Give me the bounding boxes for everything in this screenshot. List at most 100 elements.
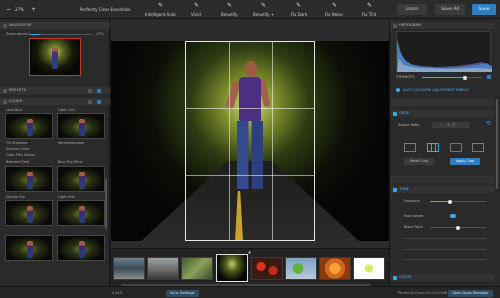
look-label: Tilt Shadows — [6, 141, 28, 145]
collapse-icon[interactable] — [393, 111, 397, 116]
navigator-zoom-slider[interactable] — [30, 34, 92, 35]
collapsed-panel-header[interactable] — [390, 176, 494, 183]
menu-icon[interactable] — [88, 99, 92, 104]
filmstrip: ▲ — [111, 248, 389, 286]
help-icon[interactable] — [97, 99, 101, 104]
fix-noise-icon[interactable]: ✎ — [331, 2, 338, 9]
help-icon[interactable] — [487, 75, 491, 79]
look-group-stylized-color[interactable]: Stylized Color — [6, 147, 29, 151]
navigator-header[interactable]: NAVIGATOR — [0, 22, 110, 29]
auto-collapse-label[interactable]: AUTO COLLAPSE ADJUSTMENT PANELS — [403, 88, 469, 92]
collapse-icon[interactable] — [3, 88, 7, 93]
film-thumbnail[interactable] — [319, 257, 351, 280]
crop-grid-option[interactable] — [450, 143, 462, 152]
strength-label: STRENGTH — [396, 75, 415, 79]
tool-fix-dark[interactable]: Fix Dark — [291, 12, 307, 17]
zoom-out-icon[interactable]: − — [5, 6, 12, 13]
fix-tint-icon[interactable]: ✎ — [366, 2, 373, 9]
beautify-icon[interactable]: ✎ — [226, 2, 233, 9]
color-header[interactable]: COLOR — [390, 274, 494, 281]
tool-intelligent-auto[interactable]: Intelligent Auto — [145, 12, 176, 17]
help-icon[interactable] — [97, 88, 101, 93]
tone-slider[interactable] — [404, 249, 486, 250]
navigator-preview[interactable] — [29, 38, 81, 76]
film-thumbnail[interactable] — [181, 257, 213, 280]
film-thumbnail[interactable] — [285, 257, 317, 280]
look-thumbnail[interactable] — [57, 200, 105, 226]
look-label: Blue Pop Rime — [58, 160, 83, 164]
zoom-value: 27% — [15, 7, 24, 12]
top-toolbar: − 27% + Perfectly Clear Essentials ✎ Int… — [0, 0, 500, 19]
fix-dark-icon[interactable]: ✎ — [295, 2, 302, 9]
menu-icon[interactable] — [88, 88, 92, 93]
face-aware-toggle[interactable] — [450, 214, 456, 218]
tone-slider[interactable] — [404, 238, 486, 239]
apply-crop-button[interactable]: Apply Crop — [450, 158, 480, 165]
collapse-icon[interactable] — [393, 275, 397, 280]
beautify-plus-icon[interactable]: ✎ — [260, 2, 267, 9]
presets-header[interactable]: PRESETS — [0, 87, 110, 94]
film-thumbnail-selected[interactable] — [216, 254, 248, 282]
learn-button[interactable]: Learn — [397, 4, 427, 15]
strength-knob[interactable] — [463, 75, 467, 80]
collapsed-panel-header[interactable] — [390, 99, 494, 106]
intelligent-auto-icon[interactable]: ✎ — [157, 2, 164, 9]
right-panel-scrollbar[interactable] — [496, 99, 498, 189]
look-thumbnail[interactable] — [5, 235, 53, 261]
image-canvas[interactable] — [111, 19, 389, 248]
crop-grid-option[interactable] — [472, 143, 484, 152]
exposure-knob[interactable] — [448, 199, 452, 204]
look-thumbnail[interactable] — [5, 166, 53, 192]
auto-collapse-toggle[interactable] — [396, 88, 400, 92]
reset-crop-button[interactable]: Reset Crop — [404, 158, 434, 165]
look-thumbnail[interactable] — [5, 200, 53, 226]
black-point-knob[interactable] — [456, 225, 460, 230]
sync-settings-button[interactable]: Sync Settings — [166, 289, 199, 297]
crop-grid-option-selected[interactable] — [427, 143, 439, 152]
tool-beautify[interactable]: Beautify — [221, 12, 238, 17]
left-panel-scrollbar[interactable] — [105, 179, 107, 229]
collapse-icon[interactable] — [3, 23, 7, 28]
aspect-ratio-value: 5 : 7 — [447, 123, 455, 127]
open-apps-manager-button[interactable]: Open Apps Manager — [448, 289, 493, 297]
tone-header[interactable]: TONE — [390, 186, 494, 193]
tone-title: TONE — [399, 187, 409, 191]
zoom-in-icon[interactable]: + — [30, 6, 37, 13]
strength-slider[interactable] — [422, 75, 482, 80]
look-thumbnail[interactable] — [57, 113, 105, 139]
look-thumbnail[interactable] — [57, 166, 105, 192]
tool-fix-tint[interactable]: Fix Tint — [362, 12, 376, 17]
save-button[interactable]: Save — [472, 4, 496, 15]
exposure-slider[interactable] — [430, 199, 486, 204]
black-point-slider[interactable] — [430, 225, 486, 230]
look-thumbnail[interactable] — [5, 113, 53, 139]
collapse-icon[interactable] — [393, 187, 397, 192]
collapse-icon[interactable] — [3, 99, 7, 104]
main-photo[interactable] — [111, 41, 389, 241]
film-thumbnail[interactable] — [353, 257, 385, 280]
collapse-icon[interactable] — [393, 23, 397, 28]
bottom-status-bar: 4 of 9 Sync Settings Perfectly Clear v3.… — [0, 286, 500, 298]
histogram-header[interactable]: HISTOGRAM — [390, 22, 494, 29]
histogram-title: HISTOGRAM — [399, 23, 421, 27]
save-all-button[interactable]: Save All — [435, 4, 465, 15]
aspect-ratio-select[interactable]: 5 : 7 — [432, 122, 470, 128]
vivid-icon[interactable]: ✎ — [193, 2, 200, 9]
look-group-color-film[interactable]: Color Film Stocks — [6, 153, 35, 157]
crop-box[interactable] — [185, 41, 315, 241]
film-thumbnail[interactable] — [113, 257, 145, 280]
look-thumbnail[interactable] — [57, 235, 105, 261]
tool-fix-noise[interactable]: Fix Noise — [325, 12, 343, 17]
looks-header[interactable]: LOOKS — [0, 98, 110, 105]
crop-header[interactable]: CROP — [390, 110, 494, 117]
filmstrip-chevron-icon[interactable]: ▲ — [248, 249, 251, 254]
crop-grid-option[interactable] — [404, 143, 416, 152]
tool-beautify-plus[interactable]: Beautify + — [253, 12, 274, 17]
look-label: Double Dip — [6, 195, 25, 199]
film-thumbnail[interactable] — [251, 257, 283, 280]
preset-name[interactable]: Perfectly Clear Essentials — [80, 7, 131, 12]
crop-rotate-icon[interactable]: ⟲ — [486, 120, 491, 127]
tone-slider[interactable] — [404, 259, 486, 260]
film-thumbnail[interactable] — [147, 257, 179, 280]
tool-vivid[interactable]: Vivid — [191, 12, 201, 17]
